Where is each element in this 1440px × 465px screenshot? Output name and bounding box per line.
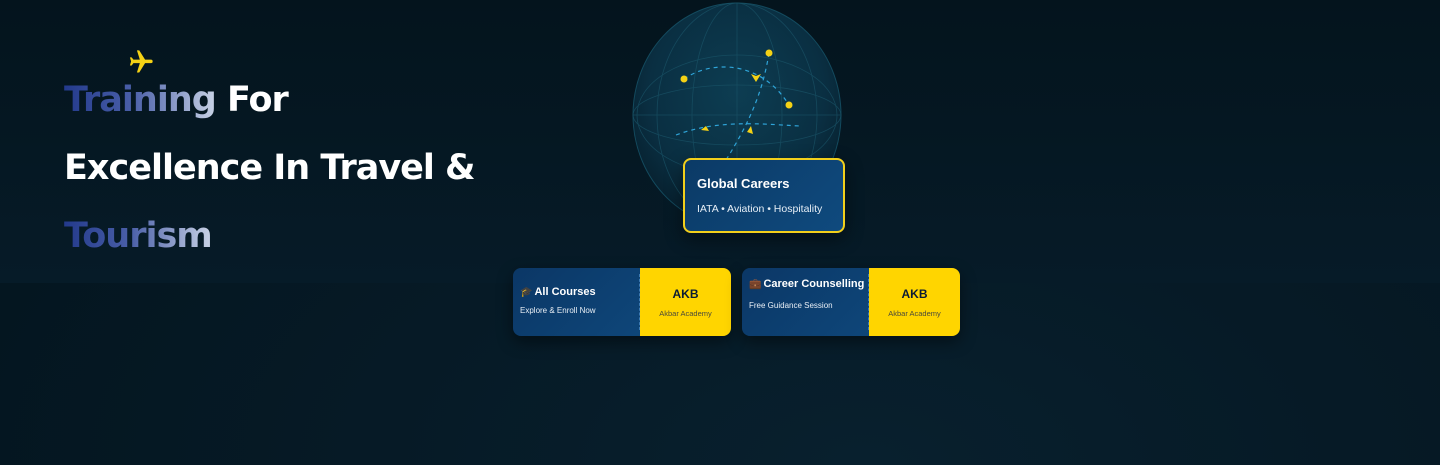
ticket-left-panel: 💼 Career Counselling Free Guidance Sessio… [742,268,869,336]
global-careers-subtitle: IATA • Aviation • Hospitality [697,203,823,215]
hero-line-1: Training For [64,80,289,120]
global-careers-title: Global Careers [697,176,790,191]
graduation-cap-icon: 🎓 [520,287,533,298]
ticket-left-panel: 🎓 All Courses Explore & Enroll Now [513,268,640,336]
route-point-3 [785,101,793,109]
global-careers-card: Global Careers IATA • Aviation • Hospita… [683,158,845,233]
hero-word-for: For [215,80,289,120]
airplane-icon [129,50,153,73]
ticket-title-text: All Courses [534,286,596,298]
ticket-stub: AKB Akbar Academy [869,268,960,336]
route-point-1 [680,75,688,83]
hero-line-2: Excellence In Travel & [64,148,476,188]
briefcase-icon: 💼 [749,279,762,290]
hero-line-3: Tourism [64,216,213,256]
ticket-title-text: Career Counselling [763,278,865,290]
ticket-description: Free Guidance Session [749,301,833,310]
ticket-code: AKB [672,286,699,301]
hero-banner: Training For Excellence In Travel & Tour… [0,0,1440,465]
ticket-code-subtitle: Akbar Academy [888,308,941,318]
ticket-code-subtitle: Akbar Academy [659,308,712,318]
all-courses-ticket[interactable]: 🎓 All Courses Explore & Enroll Now AKB Ak… [513,268,731,336]
ticket-code: AKB [901,286,928,301]
hero-gradient-word-training: Training [64,80,217,120]
ticket-title: 🎓 All Courses [520,286,640,298]
career-counselling-ticket[interactable]: 💼 Career Counselling Free Guidance Sessio… [742,268,960,336]
ticket-title: 💼 Career Counselling [749,274,869,295]
ticket-stub: AKB Akbar Academy [640,268,731,336]
hero-gradient-word-tourism: Tourism [64,216,213,256]
route-point-2 [765,49,773,57]
ticket-description: Explore & Enroll Now [520,306,596,315]
